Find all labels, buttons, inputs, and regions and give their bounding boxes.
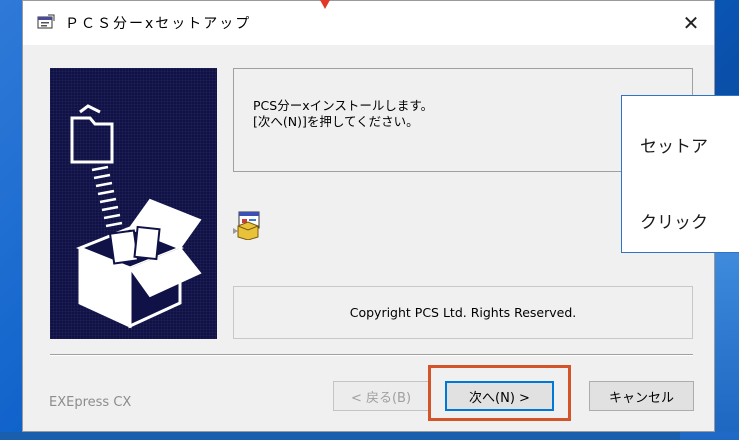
title-bar: ＰＣＳ分ーxセットアップ ✕ — [23, 1, 714, 45]
pointer-arrow — [320, 0, 330, 9]
instruction-message: [次へ(N)]を押してください。 — [253, 114, 419, 129]
close-button[interactable]: ✕ — [668, 1, 714, 45]
setup-window: ＰＣＳ分ーxセットアップ ✕ PCS分ーxインストールします。 [次へ(N)]を… — [22, 0, 715, 432]
copyright-text: Copyright PCS Ltd. Rights Reserved. — [349, 305, 577, 320]
setup-illustration — [50, 68, 217, 339]
callout-line-1: セットア — [640, 137, 708, 157]
copyright-panel: Copyright PCS Ltd. Rights Reserved. — [233, 286, 693, 339]
setup-app-icon — [37, 14, 55, 29]
instruction-callout: セットア クリック — [621, 95, 739, 253]
close-icon: ✕ — [682, 11, 700, 35]
setup-installer-icon — [233, 211, 260, 240]
window-title: ＰＣＳ分ーxセットアップ — [65, 16, 252, 32]
installer-brand: EXEpress CX — [49, 395, 132, 410]
box-and-folder-illustration — [70, 104, 202, 329]
next-button-highlight — [428, 365, 571, 421]
footer-divider — [50, 354, 693, 356]
cancel-button[interactable]: キャンセル — [589, 381, 694, 411]
callout-line-2: クリック — [640, 213, 708, 233]
back-button[interactable]: < 戻る(B) — [333, 381, 429, 411]
